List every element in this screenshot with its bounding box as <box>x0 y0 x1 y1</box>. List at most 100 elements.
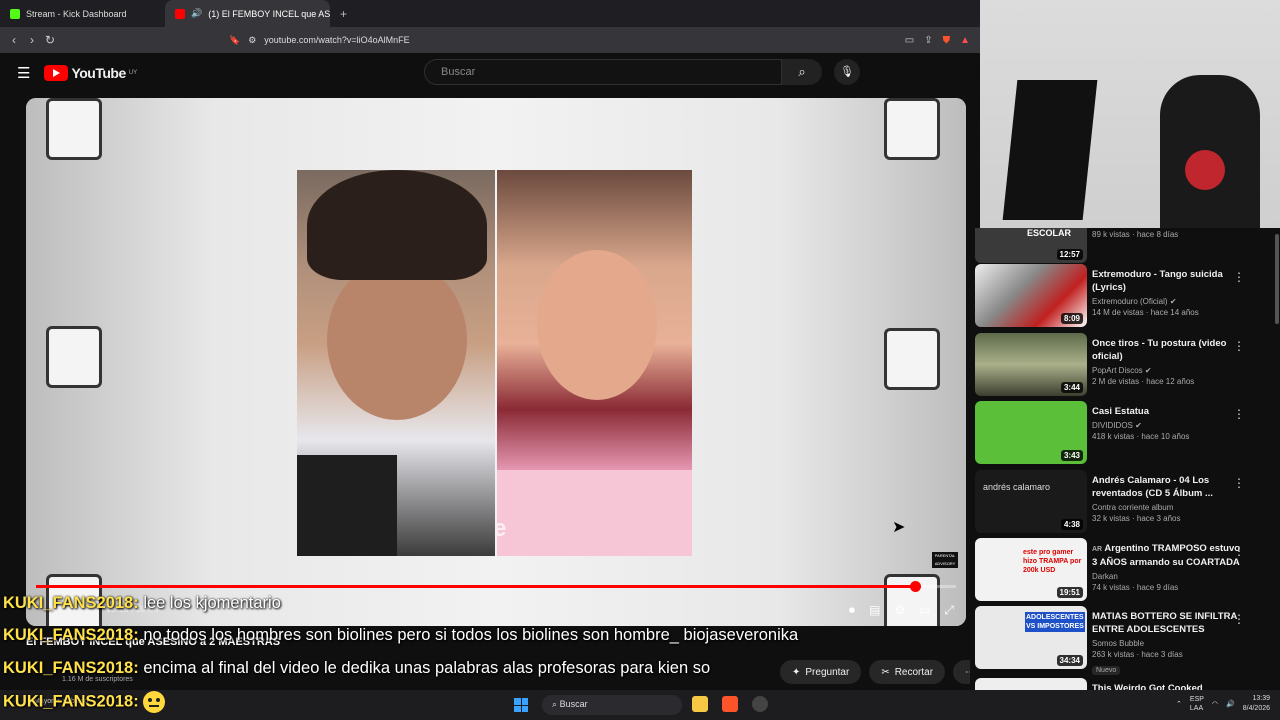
site-info-icon[interactable]: ⚙ <box>248 35 256 46</box>
video-card[interactable]: ESCOLAR 12:57 89 k vistas · hace 8 días <box>975 228 1275 264</box>
search-icon: ⌕ <box>552 699 558 709</box>
channel-name[interactable]: Darkan <box>1092 572 1242 581</box>
video-card[interactable]: andrés calamaro 4:38 Andrés Calamaro - 0… <box>975 470 1275 534</box>
thumbnail-text: ESCOLAR <box>1027 228 1072 238</box>
duration-badge: 8:09 <box>1060 313 1083 324</box>
video-player[interactable]: @mzre PARENTAL ADVISORY ➤ 15:18 / 20:08 … <box>26 98 966 626</box>
video-title[interactable]: Extremoduro - Tango suicida (Lyrics) <box>1092 268 1242 294</box>
obs-icon[interactable] <box>752 696 768 712</box>
more-vert-icon[interactable]: ⋮ <box>1233 476 1245 490</box>
more-vert-icon[interactable]: ⋮ <box>1233 270 1245 284</box>
chevron-up-icon[interactable]: ⌃ <box>1176 700 1182 708</box>
tab-youtube-video[interactable]: 🔊 (1) El FEMBOY INCEL que AS ✕ <box>165 0 330 27</box>
channel-name[interactable]: PopArt Discos <box>1092 366 1143 375</box>
monitor-shape <box>1002 80 1098 220</box>
video-thumbnail[interactable]: ADOLESCENTES VS IMPOSTORES 34:34 <box>975 606 1087 669</box>
fullscreen-icon[interactable]: ⤢ <box>944 603 954 618</box>
channel-name[interactable]: Somos Bubble <box>1092 639 1242 648</box>
search-icon[interactable]: ⌕ <box>782 59 822 85</box>
face-shape <box>327 260 467 420</box>
tab-kick-dashboard[interactable]: Stream - Kick Dashboard <box>0 0 165 27</box>
chat-message: KUKI_FANS2018: no todos los hombres son … <box>3 626 798 645</box>
share-icon[interactable]: ⇪ <box>924 35 932 46</box>
search-input[interactable]: Buscar <box>424 59 782 85</box>
brave-rewards-icon[interactable]: ▲ <box>960 35 970 46</box>
video-card[interactable]: 3:43 Casi Estatua DIVIDIDOS ✔ 418 k vist… <box>975 401 1275 465</box>
video-card[interactable]: 3:44 Once tiros - Tu postura (video ofic… <box>975 333 1275 397</box>
video-thumbnail[interactable]: 8:09 <box>975 264 1087 327</box>
windows-icon[interactable] <box>514 698 528 712</box>
wifi-icon[interactable]: ◠ <box>1212 700 1218 708</box>
video-title[interactable]: Casi Estatua <box>1092 405 1242 418</box>
taskbar-search[interactable]: ⌕ Buscar <box>542 695 682 715</box>
progress-bar[interactable] <box>36 581 956 592</box>
clock-date: 8/4/2026 <box>1242 705 1270 712</box>
brave-icon[interactable] <box>722 696 738 712</box>
more-vert-icon[interactable]: ⋮ <box>1233 407 1245 421</box>
mourning-ribbon <box>297 455 397 556</box>
video-card[interactable]: ADOLESCENTES VS IMPOSTORES 34:34 MATIAS … <box>975 606 1275 675</box>
reload-icon[interactable]: ↻ <box>41 33 59 47</box>
video-title[interactable]: Andrés Calamaro - 04 Los reventados (CD … <box>1092 474 1242 500</box>
video-meta: 2 M de vistas · hace 12 años <box>1092 377 1195 386</box>
chat-username: KUKI_FANS2018: <box>3 692 139 711</box>
video-thumbnail[interactable]: 3:43 <box>975 401 1087 464</box>
progress-knob[interactable] <box>909 581 921 592</box>
subtitles-icon[interactable]: ▤ <box>869 603 880 618</box>
menu-icon[interactable]: ☰ <box>17 64 30 82</box>
url-text: youtube.com/watch?v=liO4oAlMnFE <box>264 35 410 45</box>
video-thumbnail[interactable]: ESCOLAR 12:57 <box>975 228 1087 263</box>
scroll-thumb[interactable] <box>1275 234 1279 324</box>
brave-shield-icon[interactable]: ⛊ <box>943 35 951 46</box>
youtube-logo[interactable]: YouTube UY <box>44 65 137 81</box>
file-explorer-icon[interactable] <box>692 696 708 712</box>
sidebar-scrollbar[interactable] <box>1274 228 1280 690</box>
channel-name[interactable]: Contra corriente album <box>1092 503 1242 512</box>
cast-icon[interactable]: ▭ <box>905 35 914 46</box>
watermark-text: @mzre <box>497 515 507 542</box>
channel-name[interactable]: DIVIDIDOS <box>1092 421 1133 430</box>
video-card[interactable]: This Weirdo Got Cooked <box>975 678 1275 690</box>
chat-message: KUKI_FANS2018: <box>3 691 166 713</box>
video-title[interactable]: Once tiros - Tu postura (video oficial) <box>1092 337 1242 363</box>
more-vert-icon[interactable]: ⋮ <box>1233 544 1245 558</box>
video-title[interactable]: Argentino TRAMPOSO estuvo 3 AÑOS armando… <box>1092 543 1240 568</box>
theater-icon[interactable]: ▭ <box>919 603 930 618</box>
mouse-cursor: ➤ <box>892 519 906 536</box>
duration-badge: 4:38 <box>1060 519 1083 530</box>
settings-icon[interactable]: ⚙ <box>894 603 905 618</box>
url-field[interactable]: 🔖 ⚙ youtube.com/watch?v=liO4oAlMnFE <box>229 35 410 46</box>
more-vert-icon[interactable]: ⋮ <box>1233 339 1245 353</box>
duration-badge: 12:57 <box>1056 249 1083 260</box>
new-badge: Nuevo <box>1092 666 1121 675</box>
video-card[interactable]: 8:09 Extremoduro - Tango suicida (Lyrics… <box>975 264 1275 328</box>
chat-text: lee los kjomentario <box>143 594 281 612</box>
country-prefix: AR <box>1092 546 1103 553</box>
progress-fill <box>36 585 915 588</box>
channel-name[interactable]: Extremoduro (Oficial) <box>1092 297 1168 306</box>
logo-text: YouTube <box>71 65 126 81</box>
frame-decoration <box>884 328 940 390</box>
mic-icon[interactable]: 🎙 <box>834 59 860 85</box>
more-vert-icon[interactable]: ⋮ <box>1233 612 1245 626</box>
back-icon[interactable]: ‹ <box>5 33 23 47</box>
clip-button[interactable]: ✂ Recortar <box>869 660 946 684</box>
video-thumbnail[interactable]: andrés calamaro 4:38 <box>975 470 1087 533</box>
bookmark-icon[interactable]: 🔖 <box>229 35 240 46</box>
kick-icon <box>10 8 20 19</box>
video-title[interactable]: This Weirdo Got Cooked <box>1092 682 1242 690</box>
video-thumbnail[interactable]: 3:44 <box>975 333 1087 396</box>
video-thumbnail[interactable] <box>975 678 1087 690</box>
video-thumbnail[interactable]: este pro gamer hizo TRAMPA por 200k USD … <box>975 538 1087 601</box>
language-indicator[interactable]: ESP LAA <box>1190 695 1204 713</box>
ask-button[interactable]: ✦ Preguntar <box>780 660 862 684</box>
autoplay-toggle[interactable]: ⏺ <box>849 603 855 618</box>
chat-text: no todos los hombres son biolines pero s… <box>143 626 799 644</box>
video-title[interactable]: MATIAS BOTTERO SE INFILTRA ENTRE ADOLESC… <box>1092 610 1242 636</box>
video-card[interactable]: este pro gamer hizo TRAMPA por 200k USD … <box>975 538 1275 602</box>
volume-icon[interactable]: 🔊 <box>1226 700 1235 708</box>
player-controls: ⏺ ▤ ⚙ ▭ ⤢ <box>849 603 954 618</box>
forward-icon[interactable]: › <box>23 33 41 47</box>
clock[interactable]: 13:39 8/4/2026 <box>1243 694 1270 714</box>
new-tab-button[interactable]: + <box>330 7 357 21</box>
